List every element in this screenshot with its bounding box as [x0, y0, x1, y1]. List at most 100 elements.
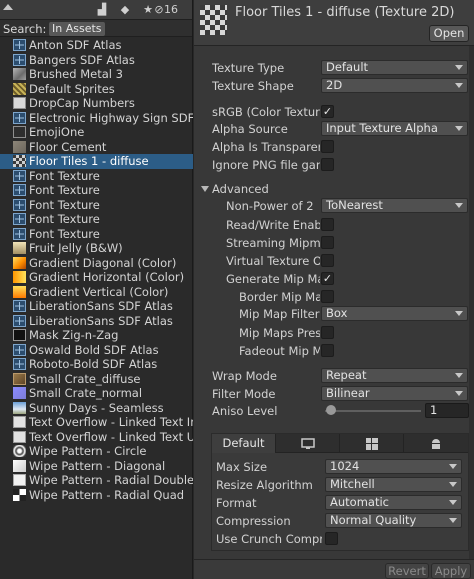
generate-mipmaps-label: Generate Mip Maps	[226, 272, 320, 286]
mipmap-filtering-dropdown[interactable]: Box	[321, 306, 468, 321]
alpha-source-dropdown[interactable]: Input Texture Alpha	[321, 121, 468, 136]
asset-list-item[interactable]: Wipe Pattern - Circle	[0, 444, 193, 459]
filter-mode-dropdown[interactable]: Bilinear	[321, 386, 468, 401]
sprites-thumbnail-icon	[13, 82, 26, 95]
asset-name: Brushed Metal 3	[29, 67, 123, 81]
hidden-packages-count: 16	[164, 3, 178, 16]
asset-list-item[interactable]: LiberationSans SDF Atlas	[0, 314, 193, 329]
favorite-star-icon[interactable]: ★	[141, 3, 155, 17]
atlas-thumbnail-icon	[13, 343, 26, 356]
asset-list-item[interactable]: Small Crate_normal	[0, 386, 193, 401]
asset-list-item[interactable]: Sunny Days - Seamless	[0, 401, 193, 416]
asset-list-item[interactable]: Font Texture	[0, 227, 193, 242]
alpha-transparency-checkbox[interactable]	[321, 140, 334, 153]
advanced-foldout[interactable]: Advanced	[194, 181, 474, 197]
asset-list-item[interactable]: Mask Zig-n-Zag	[0, 328, 193, 343]
asset-list-item[interactable]: Floor Cement	[0, 140, 193, 155]
asset-list-item[interactable]: Brushed Metal 3	[0, 67, 193, 82]
texture-shape-row: Texture Shape 2D	[194, 78, 474, 94]
asset-list-item[interactable]: Electronic Highway Sign SDF Atlas	[0, 111, 193, 126]
resize-algorithm-row: Resize Algorithm Mitchell	[216, 477, 466, 493]
fadeout-mipmaps-checkbox[interactable]	[321, 344, 334, 357]
foldout-expanded-icon	[201, 186, 209, 192]
aniso-level-label: Aniso Level	[212, 404, 278, 418]
tab-windows-store[interactable]	[340, 434, 404, 453]
compression-dropdown[interactable]: Normal Quality	[325, 513, 462, 528]
streaming-mipmaps-checkbox[interactable]	[321, 236, 334, 249]
revert-button[interactable]: Revert	[385, 563, 429, 579]
asset-list-item[interactable]: Floor Tiles 1 - diffuse	[0, 154, 193, 169]
apply-button[interactable]: Apply	[431, 563, 471, 579]
generate-mipmaps-checkbox[interactable]: ✓	[321, 272, 334, 285]
open-button[interactable]: Open	[429, 25, 469, 42]
asset-list-item[interactable]: Bangers SDF Atlas	[0, 53, 193, 68]
atlas-thumbnail-icon	[13, 213, 26, 225]
inspector-header: Floor Tiles 1 - diffuse (Texture 2D) Ope…	[194, 0, 474, 46]
chevron-down-icon	[449, 500, 457, 505]
virtual-texture-label: Virtual Texture Only	[226, 254, 320, 268]
tab-android[interactable]	[404, 434, 468, 453]
virtual-texture-checkbox[interactable]	[321, 254, 334, 267]
chevron-down-icon	[455, 311, 463, 316]
max-size-dropdown[interactable]: 1024	[325, 459, 462, 474]
platform-tabs: Default	[212, 434, 468, 453]
npot-dropdown[interactable]: ToNearest	[321, 198, 468, 213]
border-mipmaps-checkbox[interactable]	[321, 290, 334, 303]
crate-n-thumbnail-icon	[13, 387, 26, 399]
inspector-scrollbar[interactable]	[469, 46, 474, 559]
scene-filter-icon[interactable]: ▟	[95, 3, 109, 17]
asset-list-item[interactable]: Wipe Pattern - Radial Quad	[0, 488, 193, 503]
asset-list-item[interactable]: Wipe Pattern - Diagonal	[0, 459, 193, 474]
search-scope-button[interactable]: In Assets	[49, 22, 105, 36]
asset-list-item[interactable]: Oswald Bold SDF Atlas	[0, 343, 193, 358]
asset-list-item[interactable]: Text Overflow - Linked Text UI S	[0, 430, 193, 445]
filter-mode-label: Filter Mode	[212, 387, 276, 401]
asset-list-item[interactable]: Text Overflow - Linked Text Image	[0, 415, 193, 430]
ignore-png-gamma-checkbox[interactable]	[321, 158, 334, 171]
tab-standalone[interactable]	[276, 434, 340, 453]
asset-name: Gradient Horizontal (Color)	[29, 270, 185, 284]
format-dropdown[interactable]: Automatic	[325, 495, 462, 510]
srgb-label: sRGB (Color Texture)	[212, 105, 320, 119]
asset-list-item[interactable]: Roboto-Bold SDF Atlas	[0, 357, 193, 372]
asset-list-item[interactable]: Fruit Jelly (B&W)	[0, 241, 193, 256]
mipmaps-preserve-checkbox[interactable]	[321, 326, 334, 339]
asset-list-item[interactable]: DropCap Numbers	[0, 96, 193, 111]
read-write-checkbox[interactable]	[321, 218, 334, 231]
asset-list-item[interactable]: Font Texture	[0, 212, 193, 227]
tab-default[interactable]: Default	[212, 434, 276, 453]
asset-list-item[interactable]: Wipe Pattern - Radial Double	[0, 473, 193, 488]
scroll-up-icon[interactable]	[3, 4, 13, 10]
aniso-slider-handle[interactable]	[326, 405, 336, 415]
asset-list-item[interactable]: Font Texture	[0, 198, 193, 213]
asset-list-item[interactable]: Font Texture	[0, 183, 193, 198]
asset-list-item[interactable]: Default Sprites	[0, 82, 193, 97]
srgb-row: sRGB (Color Texture) ✓	[194, 104, 474, 120]
use-crunch-checkbox[interactable]	[325, 532, 338, 545]
hidden-packages-icon[interactable]: ⊘	[154, 3, 164, 17]
asset-list-item[interactable]: Gradient Horizontal (Color)	[0, 270, 193, 285]
asset-name: Gradient Diagonal (Color)	[29, 255, 177, 270]
chevron-down-icon	[455, 373, 463, 378]
asset-name: Text Overflow - Linked Text Image	[29, 415, 193, 429]
label-filter-icon[interactable]: ◆	[118, 3, 132, 17]
resize-algorithm-dropdown[interactable]: Mitchell	[325, 477, 462, 492]
asset-list-item[interactable]: Small Crate_diffuse	[0, 372, 193, 387]
chevron-down-icon	[455, 65, 463, 70]
grad-vert-thumbnail-icon	[13, 285, 26, 298]
aniso-level-field[interactable]: 1	[425, 403, 469, 418]
aniso-slider-track[interactable]	[325, 410, 421, 412]
texture-shape-dropdown[interactable]: 2D	[321, 78, 468, 93]
asset-list-item[interactable]: Gradient Diagonal (Color)	[0, 256, 193, 271]
asset-list-item[interactable]: Gradient Vertical (Color)	[0, 285, 193, 300]
texture-type-dropdown[interactable]: Default	[321, 60, 468, 75]
asset-list-item[interactable]: LiberationSans SDF Atlas	[0, 299, 193, 314]
asset-list-item[interactable]: Font Texture	[0, 169, 193, 184]
asset-list-item[interactable]: EmojiOne	[0, 125, 193, 140]
wrap-mode-label: Wrap Mode	[212, 369, 277, 383]
asset-list-item[interactable]: Anton SDF Atlas	[0, 38, 193, 53]
srgb-checkbox[interactable]: ✓	[321, 105, 334, 118]
asset-name: Font Texture	[29, 168, 100, 183]
max-size-row: Max Size 1024	[216, 459, 466, 475]
wrap-mode-dropdown[interactable]: Repeat	[321, 368, 468, 383]
